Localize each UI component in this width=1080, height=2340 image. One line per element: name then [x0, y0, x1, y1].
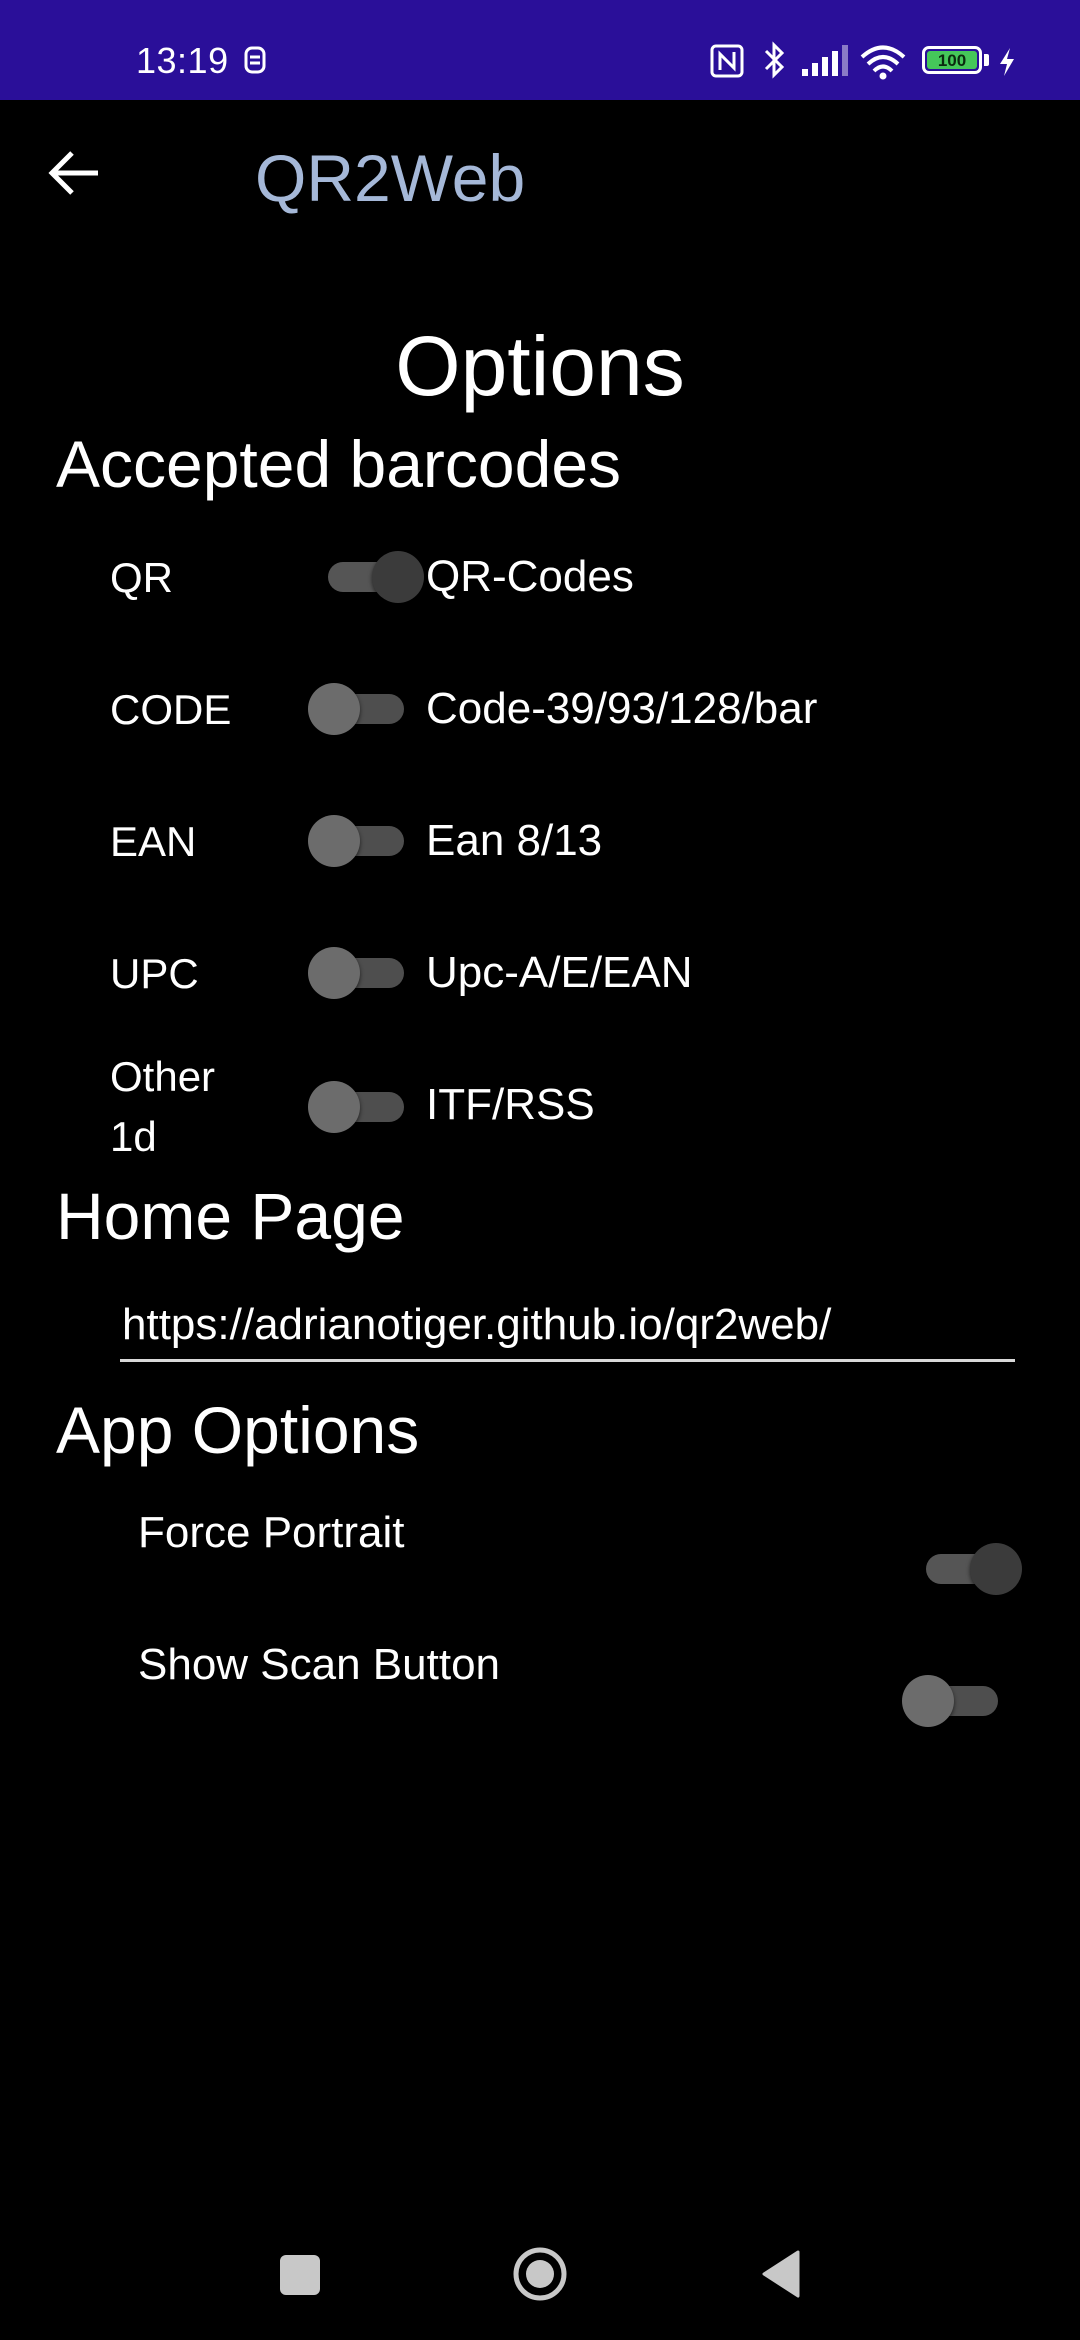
nfc-icon [710, 44, 744, 78]
barcode-name-code: CODE [110, 686, 232, 733]
force-portrait-label: Force Portrait [138, 1508, 405, 1557]
barcode-desc-upc: Upc-A/E/EAN [426, 948, 693, 997]
recents-square-icon[interactable] [280, 2255, 320, 2295]
bluetooth-icon [764, 41, 785, 79]
wifi-icon [860, 45, 906, 80]
barcodes-heading: Accepted barcodes [56, 427, 622, 501]
battery-nub [984, 54, 989, 66]
force-portrait-switch[interactable] [926, 1540, 1022, 1598]
switch-thumb [308, 815, 360, 867]
barcode-desc-ean: Ean 8/13 [426, 816, 603, 865]
switch-thumb [372, 551, 424, 603]
barcode-name-other-1d: Other 1d [110, 1053, 216, 1160]
barcode-switch-code[interactable] [308, 680, 404, 738]
home-circle-icon[interactable] [512, 2246, 568, 2302]
usb-debug-icon [244, 46, 266, 74]
home-page-url-input[interactable] [120, 1290, 1015, 1362]
home-page-heading: Home Page [56, 1179, 405, 1253]
barcode-switch-upc[interactable] [308, 944, 404, 1002]
switch-thumb [308, 683, 360, 735]
barcode-switch-other-1d[interactable] [308, 1078, 404, 1136]
switch-thumb [902, 1675, 954, 1727]
barcode-desc-other-1d: ITF/RSS [426, 1080, 595, 1129]
back-triangle-icon[interactable] [758, 2248, 802, 2300]
charging-icon [1000, 48, 1014, 76]
switch-thumb [970, 1543, 1022, 1595]
barcode-name-upc: UPC [110, 950, 199, 997]
battery-icon: 100 [922, 46, 982, 74]
page-title: Options [395, 319, 685, 413]
app-options-heading: App Options [56, 1393, 420, 1467]
show-scan-button-label: Show Scan Button [138, 1640, 501, 1689]
show-scan-button-switch[interactable] [902, 1672, 998, 1730]
app-bar: QR2Web [0, 100, 1080, 260]
barcode-desc-code: Code-39/93/128/bar [426, 684, 818, 733]
barcode-switch-ean[interactable] [308, 812, 404, 870]
signal-icon [802, 45, 848, 76]
barcode-switch-qr[interactable] [328, 548, 424, 606]
switch-thumb [308, 947, 360, 999]
status-bar: 13:19 100 [0, 0, 1080, 100]
arrow-left-icon[interactable] [38, 135, 114, 211]
barcode-desc-qr: QR-Codes [426, 552, 634, 601]
barcode-name-ean: EAN [110, 818, 197, 865]
battery-level: 100 [927, 51, 977, 70]
app-title: QR2Web [255, 141, 526, 215]
status-time: 13:19 [136, 40, 229, 81]
barcode-name-qr: QR [110, 554, 173, 601]
switch-thumb [308, 1081, 360, 1133]
